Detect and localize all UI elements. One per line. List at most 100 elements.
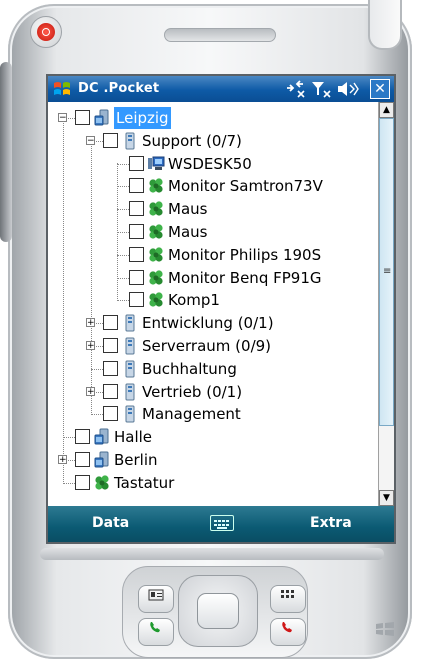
tree-checkbox[interactable] [75, 474, 90, 490]
volume-icon[interactable] [336, 80, 360, 98]
navigation-pad[interactable] [178, 575, 258, 647]
tree-checkbox[interactable] [103, 338, 118, 353]
expand-icon[interactable]: + [86, 318, 95, 328]
scroll-up-arrow-icon[interactable]: ▲ [379, 102, 394, 118]
scroll-down-arrow-icon[interactable]: ▼ [379, 490, 394, 506]
lower-bezel [40, 548, 384, 560]
power-icon [37, 23, 55, 41]
tree-checkbox[interactable] [103, 315, 118, 331]
data-menu[interactable]: Data [92, 515, 129, 531]
device-icon [147, 291, 165, 309]
tree-row-vertrieb[interactable]: + Vertrieb (0/1) [48, 381, 378, 403]
group-icon [93, 428, 111, 446]
tree-row-leipzig[interactable]: − Leipzig [48, 107, 378, 129]
keyboard-icon[interactable] [210, 515, 234, 531]
connectivity-icon[interactable] [284, 80, 306, 98]
group-icon [93, 451, 111, 469]
tree-checkbox[interactable] [129, 269, 144, 285]
device-icon [147, 269, 165, 287]
tree-row-label: Komp1 [168, 291, 220, 310]
tree-checkbox[interactable] [129, 224, 144, 239]
left-softkey-button[interactable] [138, 585, 174, 613]
tree-row-entwicklung[interactable]: + Entwicklung (0/1) [48, 312, 378, 334]
contacts-icon [148, 589, 164, 601]
tree-row-label: Berlin [114, 451, 158, 469]
call-button[interactable] [138, 618, 174, 646]
tree-checkbox[interactable] [75, 110, 90, 125]
tree-row-tastatur[interactable]: Tastatur [48, 472, 378, 494]
computer-icon [147, 155, 165, 173]
tree-row-wsdesk50[interactable]: WSDESK50 [48, 153, 378, 175]
stylus-slot [368, 0, 402, 50]
tree-row-monitor-benq[interactable]: Monitor Benq FP91G [48, 267, 378, 289]
tree-row-halle[interactable]: Halle [48, 426, 378, 448]
tree-row-serverraum[interactable]: + Serverraum (0/9) [48, 335, 378, 357]
tree-checkbox[interactable] [103, 406, 118, 422]
device-icon [93, 474, 111, 492]
tree-checkbox[interactable] [75, 429, 90, 445]
tree-row-label: Entwicklung (0/1) [142, 314, 274, 333]
side-button[interactable] [0, 62, 12, 242]
windows-start-icon[interactable] [52, 79, 72, 99]
end-call-button[interactable] [270, 618, 306, 646]
tree-checkbox[interactable] [129, 201, 144, 217]
scrollbar-thumb[interactable]: ≡ [379, 118, 394, 426]
device-tree: − Leipzig − Support (0/7) WSDESK50 Monitor Sa… [48, 102, 378, 506]
group-icon [93, 109, 111, 127]
windows-logo [376, 622, 394, 636]
menu-bar: Data Extra [48, 506, 394, 542]
signal-icon[interactable] [310, 80, 332, 98]
grip-icon: ≡ [383, 266, 392, 277]
tree-row-label: Tastatur [114, 473, 175, 492]
tree-row-maus-2[interactable]: Maus [48, 221, 378, 243]
server-icon [121, 337, 139, 355]
close-button[interactable]: ✕ [370, 79, 390, 99]
action-button[interactable] [197, 593, 239, 629]
tree-row-monitor-philips[interactable]: Monitor Philips 190S [48, 244, 378, 266]
title-bar: DC .Pocket ✕ [48, 76, 394, 102]
tree-checkbox[interactable] [129, 178, 144, 194]
tree-row-label: Monitor Samtron73V [168, 177, 323, 196]
device-icon [147, 223, 165, 241]
tree-row-label: Vertrieb (0/1) [142, 382, 243, 401]
tree-checkbox[interactable] [103, 360, 118, 376]
tree-checkbox[interactable] [103, 132, 118, 148]
server-icon [121, 314, 139, 332]
server-icon [121, 405, 139, 423]
tree-checkbox[interactable] [103, 383, 118, 399]
right-softkey-button[interactable] [270, 585, 306, 613]
tree-row-label: Serverraum (0/9) [142, 337, 272, 355]
device-icon [147, 200, 165, 218]
tree-row-label: Maus [168, 200, 208, 219]
tree-checkbox[interactable] [129, 246, 144, 262]
tree-row-label: Monitor Benq FP91G [168, 268, 322, 287]
tree-checkbox[interactable] [129, 292, 144, 308]
power-button[interactable] [30, 16, 62, 48]
tree-row-buchhaltung[interactable]: Buchhaltung [48, 358, 378, 380]
expand-icon[interactable]: + [58, 455, 67, 465]
tree-row-maus-1[interactable]: Maus [48, 198, 378, 220]
window-title: DC .Pocket [78, 81, 160, 96]
tree-checkbox[interactable] [75, 452, 90, 467]
device-icon [147, 177, 165, 195]
tree-row-label: Management [142, 405, 241, 424]
tree-row-management[interactable]: Management [48, 403, 378, 425]
vertical-scrollbar[interactable]: ▲ ≡ ▼ [378, 102, 394, 506]
grid-icon [281, 590, 294, 598]
phone-red-icon [282, 622, 292, 633]
tree-row-support[interactable]: − Support (0/7) [48, 130, 378, 152]
tree-row-monitor-samtron[interactable]: Monitor Samtron73V [48, 175, 378, 197]
tree-checkbox[interactable] [129, 155, 144, 171]
expand-icon[interactable]: + [86, 386, 95, 396]
speaker-grille [164, 28, 276, 42]
tree-row-label: Halle [114, 428, 153, 447]
collapse-icon[interactable]: − [86, 135, 95, 145]
tree-row-berlin[interactable]: + Berlin [48, 449, 378, 471]
server-icon [121, 360, 139, 378]
close-icon: ✕ [374, 81, 386, 97]
tree-row-label: Buchhaltung [142, 359, 237, 378]
tree-row-komp1[interactable]: Komp1 [48, 289, 378, 311]
expand-icon[interactable]: + [86, 341, 95, 351]
collapse-icon[interactable]: − [58, 113, 67, 123]
extra-menu[interactable]: Extra [310, 515, 352, 531]
